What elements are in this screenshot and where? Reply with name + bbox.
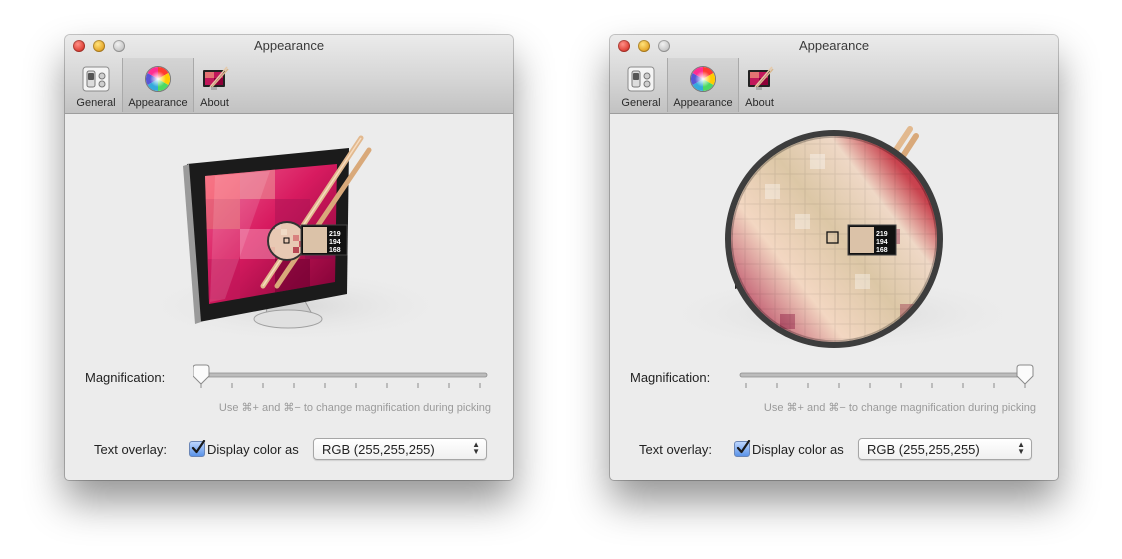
tab-about-label: About (200, 97, 229, 109)
switch-icon (627, 65, 655, 93)
tab-appearance-label: Appearance (128, 97, 188, 109)
display-color-checkbox[interactable] (189, 440, 206, 457)
app-icon (746, 65, 774, 93)
color-wheel-icon (144, 65, 172, 93)
magnification-label: Magnification: (630, 370, 711, 385)
display-color-label[interactable]: Display color as (207, 442, 299, 457)
window-title: Appearance (253, 38, 325, 53)
hero-illustration-magnified: 219 194 168 (610, 114, 1058, 364)
magnification-label: Magnification: (85, 370, 166, 385)
text-overlay-label: Text overlay: (639, 442, 712, 457)
checkmark-icon (191, 440, 206, 454)
preferences-window-right: Appearance General Appearance About 219 … (610, 35, 1058, 480)
tab-general-label: General (76, 97, 116, 109)
tab-general[interactable]: General (615, 58, 667, 112)
preferences-window-left: Appearance General Appearance About 219 … (65, 35, 513, 480)
display-color-checkbox[interactable] (734, 440, 751, 457)
tab-appearance[interactable]: Appearance (667, 58, 739, 112)
magnification-slider[interactable] (192, 360, 493, 400)
overlay-green-value: 194 (329, 239, 341, 246)
tab-about[interactable]: About (193, 58, 236, 112)
switch-icon (82, 65, 110, 93)
tab-general[interactable]: General (70, 58, 122, 112)
chevron-updown-icon: ▲ ▼ (1017, 440, 1025, 456)
color-wheel-icon (689, 65, 717, 93)
tab-about[interactable]: About (738, 58, 781, 112)
overlay-red-value: 219 (329, 231, 341, 238)
slider-thumb[interactable] (1016, 364, 1034, 385)
color-format-value: RGB (255,255,255) (867, 442, 980, 457)
window-toolbar: Appearance General Appearance About (610, 35, 1058, 114)
tab-appearance-label: Appearance (673, 97, 733, 109)
checkmark-icon (736, 440, 751, 454)
hero-illustration: 219 194 168 (65, 114, 513, 364)
display-color-label[interactable]: Display color as (752, 442, 844, 457)
text-overlay-label: Text overlay: (94, 442, 167, 457)
color-format-value: RGB (255,255,255) (322, 442, 435, 457)
color-format-select[interactable]: RGB (255,255,255) ▲ ▼ (858, 438, 1032, 460)
app-icon (201, 65, 229, 93)
window-toolbar: Appearance General Appearance About (65, 35, 513, 114)
magnification-slider[interactable] (738, 360, 1038, 400)
overlay-green-value: 194 (876, 239, 888, 246)
tab-appearance[interactable]: Appearance (122, 58, 194, 112)
color-format-select[interactable]: RGB (255,255,255) ▲ ▼ (313, 438, 487, 460)
tab-general-label: General (621, 97, 661, 109)
overlay-red-value: 219 (876, 231, 888, 238)
chevron-updown-icon: ▲ ▼ (472, 440, 480, 456)
window-title: Appearance (798, 38, 870, 53)
tab-about-label: About (745, 97, 774, 109)
overlay-blue-value: 168 (329, 247, 341, 254)
overlay-blue-value: 168 (876, 247, 888, 254)
slider-thumb[interactable] (192, 364, 210, 385)
